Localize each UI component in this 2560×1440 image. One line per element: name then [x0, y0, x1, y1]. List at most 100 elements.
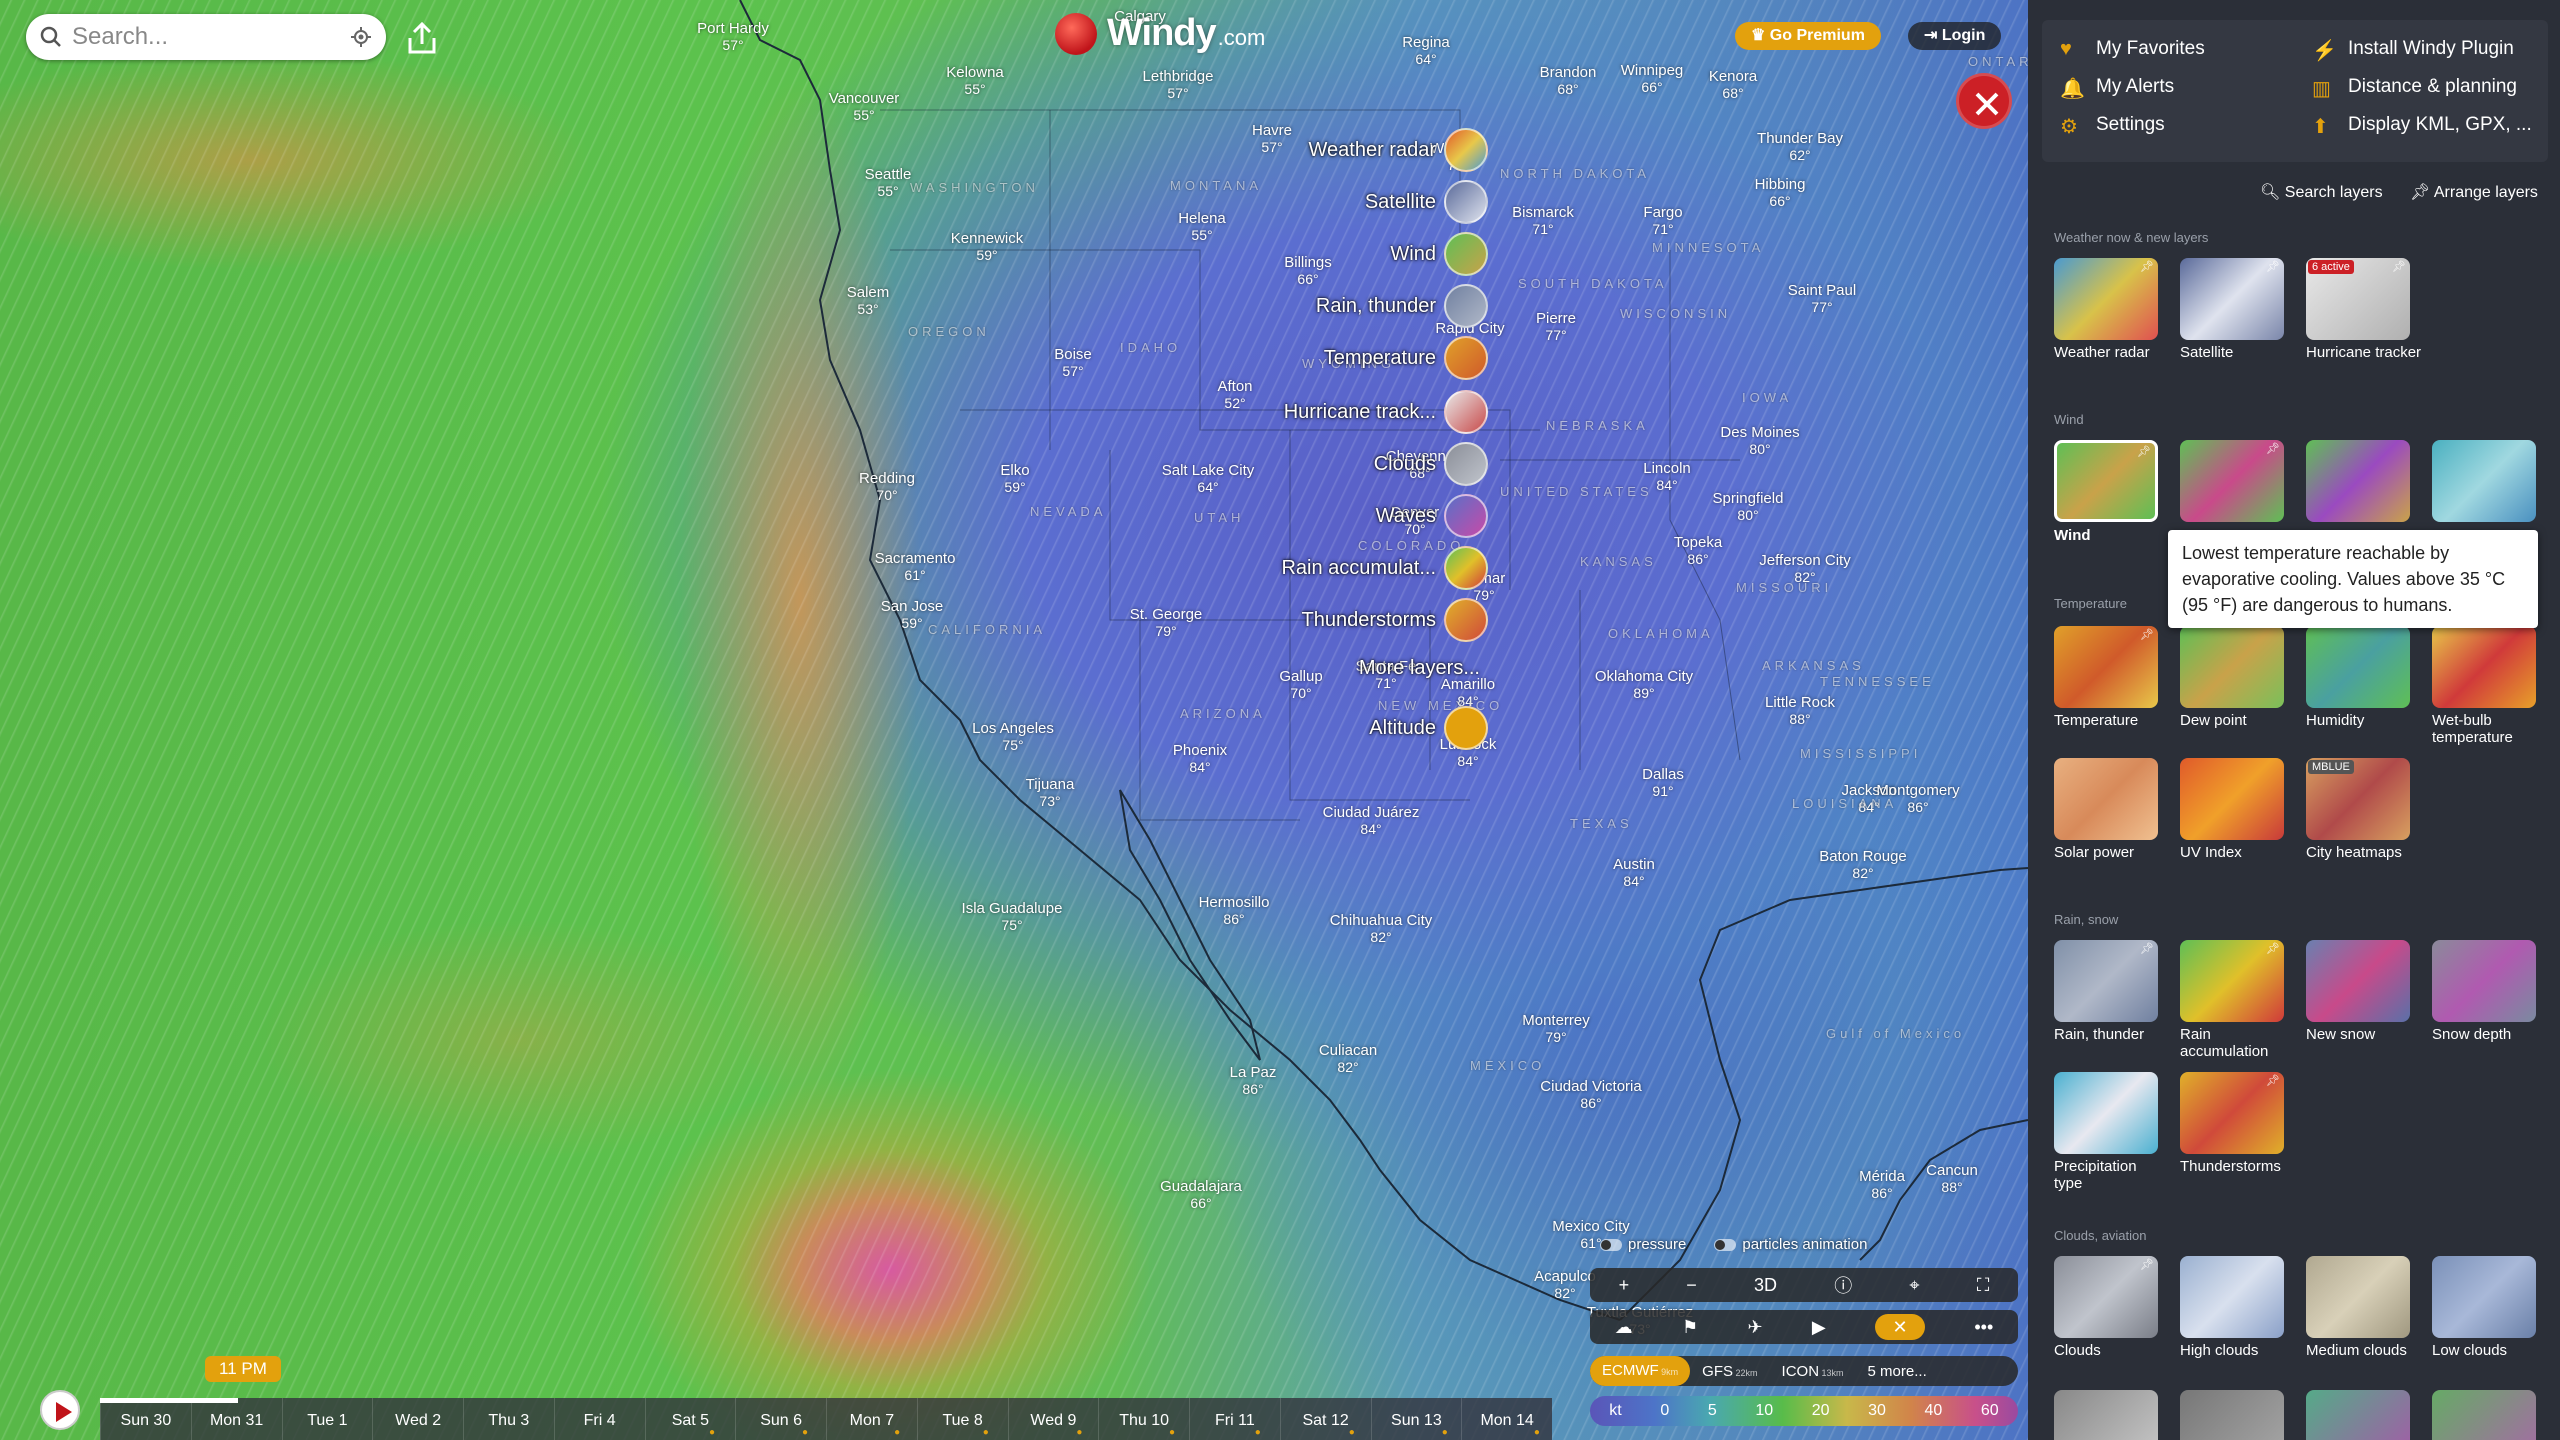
timeline-day[interactable]: Tue 1 — [281, 1398, 373, 1440]
tile-more-3[interactable] — [2306, 1390, 2410, 1440]
tile-solar-power[interactable] — [2054, 758, 2158, 840]
timeline-day[interactable]: Mon 7 ● — [826, 1398, 917, 1440]
tile-city-heatmaps[interactable]: MBLUE — [2306, 758, 2410, 840]
timeline-day[interactable]: Mon 31 — [190, 1398, 282, 1440]
tile-high-clouds[interactable] — [2180, 1256, 2284, 1338]
city-label[interactable]: Salt Lake City 64° — [1162, 462, 1255, 496]
timeline-day[interactable]: Sat 5 ● — [644, 1398, 736, 1440]
timeline-day[interactable]: Thu 3 — [463, 1398, 554, 1440]
city-label[interactable]: Hermosillo 86° — [1199, 894, 1270, 928]
city-label[interactable]: La Paz 86° — [1230, 1064, 1277, 1098]
city-label[interactable]: Winnipeg 66° — [1621, 62, 1684, 96]
city-label[interactable]: Thunder Bay 62° — [1757, 130, 1843, 164]
city-label[interactable]: Springfield 80° — [1713, 490, 1784, 524]
city-label[interactable]: Cancun 88° — [1926, 1162, 1978, 1196]
city-label[interactable]: Regina 64° — [1402, 34, 1450, 68]
timeline-day[interactable]: Sat 12 ● — [1279, 1398, 1371, 1440]
zoom-out-button[interactable]: − — [1686, 1275, 1697, 1296]
city-label[interactable]: Baton Rouge 82° — [1819, 848, 1907, 882]
tile-clouds[interactable]: 📌︎ — [2054, 1256, 2158, 1338]
airplane-icon[interactable]: ✈ — [1747, 1317, 1762, 1338]
city-label[interactable]: Isla Guadalupe 75° — [962, 900, 1063, 934]
city-label[interactable]: Des Moines 80° — [1720, 424, 1799, 458]
timeline-day[interactable]: Wed 2 — [372, 1398, 463, 1440]
city-label[interactable]: Dallas 91° — [1642, 766, 1684, 800]
city-label[interactable]: Chihuahua City 82° — [1330, 912, 1433, 946]
city-label[interactable]: Elko 59° — [1000, 462, 1029, 496]
timeline-day[interactable]: Fri 11 ● — [1189, 1398, 1280, 1440]
timeline-day[interactable]: Sun 13 ● — [1370, 1398, 1462, 1440]
favorites-item[interactable]: ♥ My Favorites — [2060, 38, 2205, 60]
more-button[interactable]: ••• — [1974, 1317, 1993, 1338]
city-label[interactable]: Austin 84° — [1613, 856, 1655, 890]
login-button[interactable]: ⇥ Login — [1908, 22, 2002, 50]
city-label[interactable]: Sacramento 61° — [875, 550, 956, 584]
timeline-day[interactable]: Mon 14 ● — [1461, 1398, 1552, 1440]
search-layers-button[interactable]: 🔍︎ Search layers — [2260, 182, 2383, 202]
city-label[interactable]: Ciudad Victoria 86° — [1540, 1078, 1641, 1112]
plugin-item[interactable]: ⚡ Install Windy Plugin — [2312, 38, 2514, 62]
city-label[interactable]: Kennewick 59° — [951, 230, 1024, 264]
tile-dew-point[interactable] — [2180, 626, 2284, 708]
tile-more-4[interactable] — [2432, 1390, 2536, 1440]
layer-menu-item[interactable]: Wind — [1390, 232, 1488, 276]
3d-button[interactable]: 3D — [1754, 1275, 1777, 1296]
city-label[interactable]: Redding 70° — [859, 470, 915, 504]
tile-rain-thunder[interactable]: 📌︎ — [2054, 940, 2158, 1022]
timeline-day[interactable]: Thu 10 ● — [1098, 1398, 1189, 1440]
zoom-in-button[interactable]: + — [1619, 1275, 1630, 1296]
search-input[interactable]: Search... — [72, 23, 350, 51]
city-label[interactable]: Phoenix 84° — [1173, 742, 1227, 776]
go-premium-button[interactable]: ♛ Go Premium — [1735, 22, 1881, 50]
city-label[interactable]: Acapulco 82° — [1534, 1268, 1596, 1302]
weather-icon[interactable]: ☁ — [1615, 1317, 1633, 1338]
layer-menu-item[interactable]: Weather radar — [1309, 128, 1488, 172]
timeline-bar[interactable]: Sun 30 Mon 31 Tue 1 Wed 2 Thu 3 Fri 4 Sat 5 ● Su… — [100, 1398, 1552, 1440]
city-label[interactable]: Pierre 77° — [1536, 310, 1576, 344]
tile-snow-depth[interactable] — [2432, 940, 2536, 1022]
pressure-toggle[interactable]: pressure — [1600, 1236, 1686, 1253]
timeline-day[interactable]: Sun 30 — [100, 1398, 191, 1440]
layer-menu-item[interactable]: Waves — [1376, 494, 1488, 538]
tile-low-clouds[interactable] — [2432, 1256, 2536, 1338]
tile-uv-index[interactable] — [2180, 758, 2284, 840]
tile-wind-accumulation[interactable] — [2306, 440, 2410, 522]
weather-map[interactable]: Port Hardy 57° Calgary Regina 64° Brandon 68° W… — [0, 0, 2028, 1440]
layer-menu-item[interactable]: Rain, thunder — [1316, 284, 1488, 328]
tile-wind[interactable]: 📌︎ — [2054, 440, 2158, 522]
model-option[interactable]: ECMWF 9km — [1590, 1356, 1691, 1386]
city-label[interactable]: Monterrey 79° — [1522, 1012, 1590, 1046]
city-label[interactable]: Kenora 68° — [1709, 68, 1757, 102]
arrange-layers-button[interactable]: 📌︎ Arrange layers — [2410, 182, 2538, 202]
city-label[interactable]: Afton 52° — [1217, 378, 1252, 412]
city-label[interactable]: Little Rock 88° — [1765, 694, 1835, 728]
tile-new-snow[interactable] — [2306, 940, 2410, 1022]
city-label[interactable]: Los Angeles 75° — [972, 720, 1054, 754]
city-label[interactable]: Guadalajara 66° — [1160, 1178, 1242, 1212]
city-label[interactable]: Port Hardy 57° — [697, 20, 769, 54]
city-label[interactable]: Seattle 55° — [865, 166, 912, 200]
alerts-item[interactable]: 🔔 My Alerts — [2060, 76, 2174, 100]
layer-menu-item[interactable]: Thunderstorms — [1302, 598, 1488, 642]
info-icon[interactable]: ⓘ — [1834, 1272, 1852, 1298]
city-label[interactable]: St. George 79° — [1130, 606, 1203, 640]
timeline-day[interactable]: Wed 9 ● — [1007, 1398, 1099, 1440]
tile-satellite[interactable]: 📌︎ — [2180, 258, 2284, 340]
tile-more-2[interactable] — [2180, 1390, 2284, 1440]
model-option[interactable]: GFS 22km — [1690, 1363, 1769, 1380]
particles-toggle[interactable]: particles animation — [1714, 1236, 1867, 1253]
city-label[interactable]: Saint Paul 77° — [1788, 282, 1856, 316]
tile-waves[interactable] — [2432, 440, 2536, 522]
hurricane-icon[interactable]: ✕ — [1875, 1314, 1926, 1340]
model-option[interactable]: 5 more... — [1856, 1363, 1939, 1380]
city-label[interactable]: Ciudad Juárez 84° — [1323, 804, 1420, 838]
flag-icon[interactable]: ⚑ — [1682, 1317, 1698, 1338]
city-label[interactable]: Kelowna 55° — [946, 64, 1004, 98]
location-pin-icon[interactable]: ⌖ — [1909, 1275, 1919, 1296]
tile-more-1[interactable] — [2054, 1390, 2158, 1440]
fullscreen-icon[interactable]: ⛶ — [1977, 1275, 1990, 1296]
city-label[interactable]: Topeka 86° — [1674, 534, 1722, 568]
tile-wind-gusts[interactable]: 📌︎ — [2180, 440, 2284, 522]
layer-menu-item[interactable]: Temperature — [1324, 336, 1488, 380]
city-label[interactable]: Vancouver 55° — [829, 90, 900, 124]
